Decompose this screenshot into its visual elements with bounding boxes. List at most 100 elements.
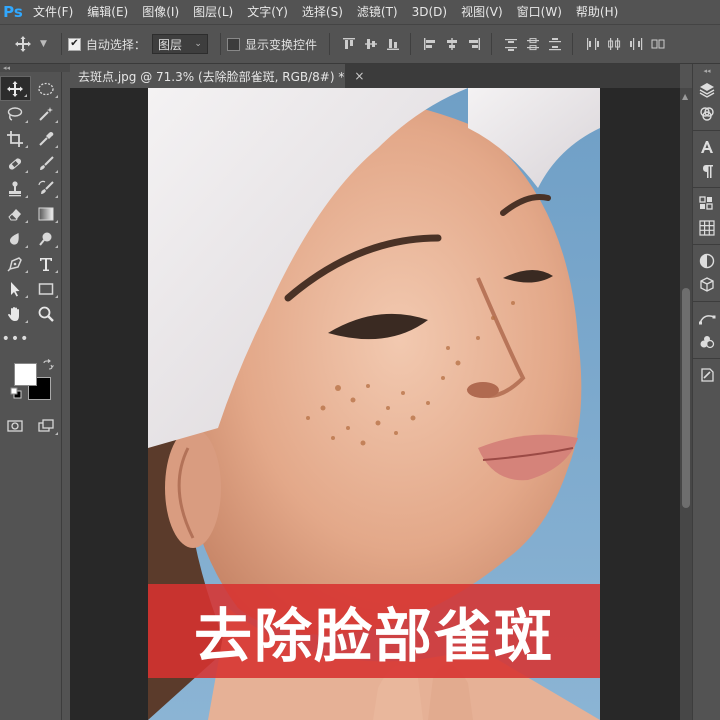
scroll-up-icon[interactable]: ▲ xyxy=(682,92,688,101)
eraser-tool[interactable] xyxy=(0,201,31,226)
menu-image[interactable]: 图像(I) xyxy=(135,0,186,24)
chevron-down-icon: ⌄ xyxy=(194,39,202,49)
screen-mode-icon xyxy=(38,418,54,432)
vertical-scrollbar[interactable]: ▲ xyxy=(680,88,692,720)
tools-collapse-strip[interactable]: ◂◂ xyxy=(0,64,70,72)
show-transform-checkbox[interactable] xyxy=(226,37,240,51)
styles-panel-button[interactable] xyxy=(693,330,720,354)
dodge-icon xyxy=(38,232,52,246)
edit-toolbar-button[interactable]: ••• xyxy=(0,326,31,351)
submenu-indicator xyxy=(24,320,28,323)
adjustments-panel-button[interactable] xyxy=(693,249,720,273)
layers-panel-button[interactable] xyxy=(693,78,720,102)
swap-colors-icon[interactable] xyxy=(42,359,54,371)
auto-select-checkbox[interactable]: ✔ xyxy=(67,37,81,51)
tool-presets-icon xyxy=(701,368,714,382)
marquee-tool[interactable] xyxy=(31,76,61,101)
document-tab[interactable]: 去斑点.jpg @ 71.3% (去除脸部雀斑, RGB/8#) * × xyxy=(70,64,364,88)
clone-stamp-tool[interactable] xyxy=(0,176,31,201)
divider xyxy=(490,33,492,55)
align-top-button[interactable] xyxy=(338,33,360,55)
panel-collapse-toggle[interactable]: ◂◂ xyxy=(693,64,720,78)
menu-bar: Ps 文件(F) 编辑(E) 图像(I) 图层(L) 文字(Y) 选择(S) 滤… xyxy=(0,0,720,24)
auto-select-target-dropdown[interactable]: 图层 ⌄ xyxy=(151,34,208,54)
healing-brush-tool[interactable] xyxy=(0,151,31,176)
tool-presets-panel-button[interactable] xyxy=(693,363,720,387)
history-brush-tool[interactable] xyxy=(31,176,62,201)
3d-panel-button[interactable] xyxy=(693,273,720,297)
photoshop-logo: Ps xyxy=(3,3,23,21)
align-right-button[interactable] xyxy=(463,33,485,55)
magic-wand-icon xyxy=(39,106,53,121)
submenu-indicator xyxy=(24,295,28,298)
distribute-horizontal-buttons xyxy=(581,33,669,55)
quick-mask-button[interactable] xyxy=(0,413,31,438)
chevron-down-icon[interactable]: ▼ xyxy=(40,39,47,49)
path-selection-tool[interactable] xyxy=(0,276,31,301)
distribute-right-button[interactable] xyxy=(625,33,647,55)
lasso-icon xyxy=(8,106,23,121)
brush-tool[interactable] xyxy=(31,151,62,176)
gradient-tool[interactable] xyxy=(31,201,62,226)
foreground-color-swatch[interactable] xyxy=(14,363,37,386)
align-bottom-icon xyxy=(386,39,399,50)
align-bottom-button[interactable] xyxy=(382,33,404,55)
submenu-indicator xyxy=(55,295,58,298)
menu-view[interactable]: 视图(V) xyxy=(454,0,510,24)
canvas-area[interactable]: 去除脸部雀斑 xyxy=(70,88,680,720)
magic-wand-tool[interactable] xyxy=(31,101,62,126)
distribute-bottom-button[interactable] xyxy=(544,33,566,55)
libraries-panel-button[interactable] xyxy=(693,192,720,216)
align-hcenter-button[interactable] xyxy=(441,33,463,55)
crop-tool[interactable] xyxy=(0,126,31,151)
distribute-top-button[interactable] xyxy=(500,33,522,55)
screen-mode-button[interactable] xyxy=(31,413,62,438)
gradient-icon xyxy=(38,207,54,220)
distribute-right-icon xyxy=(629,38,643,50)
paths-panel-button[interactable] xyxy=(693,306,720,330)
arrow-cursor-icon xyxy=(11,281,20,296)
crop-icon xyxy=(7,130,24,147)
menu-filter[interactable]: 滤镜(T) xyxy=(350,0,405,24)
path-icon xyxy=(699,315,716,325)
align-vcenter-button[interactable] xyxy=(360,33,382,55)
menu-help[interactable]: 帮助(H) xyxy=(569,0,625,24)
dodge-tool[interactable] xyxy=(31,226,62,251)
libraries-icon xyxy=(699,196,713,210)
scrollbar-thumb[interactable] xyxy=(682,288,690,508)
menu-3d[interactable]: 3D(D) xyxy=(405,0,454,24)
submenu-indicator xyxy=(55,245,58,248)
close-icon[interactable]: × xyxy=(354,69,364,83)
submenu-indicator xyxy=(24,220,28,223)
swatches-panel-button[interactable] xyxy=(693,216,720,240)
rectangle-tool[interactable] xyxy=(31,276,62,301)
cube-icon xyxy=(700,277,714,292)
zoom-tool[interactable] xyxy=(31,301,62,326)
default-colors-icon[interactable] xyxy=(10,387,22,399)
distribute-hcenter-button[interactable] xyxy=(603,33,625,55)
paragraph-panel-button[interactable] xyxy=(693,159,720,183)
menu-file[interactable]: 文件(F) xyxy=(26,0,80,24)
eyedropper-tool[interactable] xyxy=(31,126,62,151)
move-tool[interactable] xyxy=(0,76,31,101)
hand-icon xyxy=(8,306,20,321)
pen-tool[interactable] xyxy=(0,251,31,276)
type-tool[interactable] xyxy=(31,251,62,276)
tool-preset-picker[interactable] xyxy=(6,35,40,53)
channels-panel-button[interactable] xyxy=(693,102,720,126)
menu-edit[interactable]: 编辑(E) xyxy=(80,0,135,24)
menu-layer[interactable]: 图层(L) xyxy=(186,0,240,24)
auto-align-button[interactable] xyxy=(647,33,669,55)
menu-type[interactable]: 文字(Y) xyxy=(240,0,295,24)
document-tab-bar: 去斑点.jpg @ 71.3% (去除脸部雀斑, RGB/8#) * × xyxy=(70,64,680,88)
align-left-button[interactable] xyxy=(419,33,441,55)
distribute-left-button[interactable] xyxy=(581,33,603,55)
distribute-vcenter-button[interactable] xyxy=(522,33,544,55)
character-panel-button[interactable] xyxy=(693,135,720,159)
lasso-tool[interactable] xyxy=(0,101,31,126)
hand-tool[interactable] xyxy=(0,301,31,326)
divider xyxy=(571,33,573,55)
menu-select[interactable]: 选择(S) xyxy=(295,0,350,24)
blur-tool[interactable] xyxy=(0,226,31,251)
menu-window[interactable]: 窗口(W) xyxy=(510,0,569,24)
